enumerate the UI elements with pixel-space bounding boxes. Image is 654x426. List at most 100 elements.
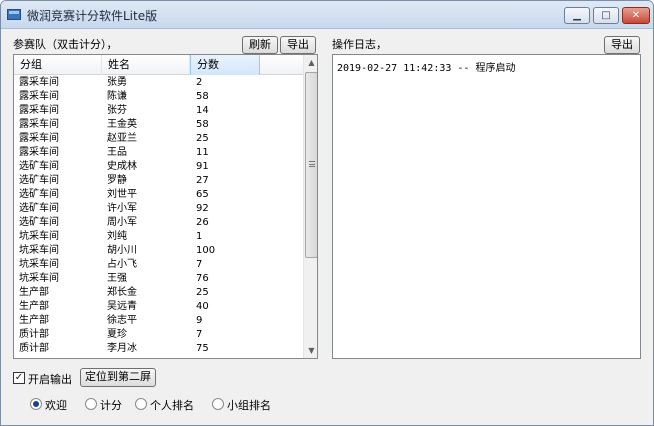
cell-group: 露采车间 <box>19 133 59 144</box>
cell-score: 7 <box>196 259 203 270</box>
cell-score: 75 <box>196 343 209 354</box>
teams-label: 参赛队（双击计分）， <box>13 38 118 51</box>
table-row[interactable]: 选矿车间 刘世平 65 <box>14 188 303 202</box>
cell-score: 25 <box>196 133 209 144</box>
column-header-group[interactable]: 分组 <box>14 55 102 75</box>
window-title: 微润竞赛计分软件Lite版 <box>27 9 158 23</box>
table-row[interactable]: 生产部 徐志平 9 <box>14 314 303 328</box>
teams-list-header: 分组 姓名 分数 <box>14 55 303 75</box>
cell-score: 58 <box>196 119 209 130</box>
cell-group: 选矿车间 <box>19 175 59 186</box>
cell-name: 赵亚兰 <box>107 133 137 144</box>
cell-score: 1 <box>196 231 203 242</box>
cell-score: 14 <box>196 105 209 116</box>
scroll-thumb[interactable] <box>305 72 317 258</box>
log-textbox[interactable]: 2019-02-27 11:42:33 -- 程序启动 <box>332 54 641 359</box>
cell-name: 胡小川 <box>107 245 137 256</box>
scroll-up-icon[interactable]: ▲ <box>304 55 317 70</box>
teams-list-body: 露采车间 张勇 2 露采车间 陈谦 58 露采车间 张芬 14 露采车间 王金英 58 露采车间 赵亚兰 2… <box>14 76 303 356</box>
cell-name: 张芬 <box>107 105 127 116</box>
cell-score: 91 <box>196 161 209 172</box>
cell-name: 王品 <box>107 147 127 158</box>
mode-radio-group-rank[interactable] <box>212 398 224 410</box>
mode-radio-personal-rank[interactable] <box>135 398 147 410</box>
table-row[interactable]: 露采车间 王金英 58 <box>14 118 303 132</box>
table-row[interactable]: 质计部 李月冰 75 <box>14 342 303 356</box>
table-row[interactable]: 坑采车间 胡小川 100 <box>14 244 303 258</box>
cell-group: 坑采车间 <box>19 231 59 242</box>
table-row[interactable]: 坑采车间 刘纯 1 <box>14 230 303 244</box>
table-row[interactable]: 生产部 郑长金 25 <box>14 286 303 300</box>
cell-name: 刘纯 <box>107 231 127 242</box>
cell-group: 选矿车间 <box>19 189 59 200</box>
table-row[interactable]: 坑采车间 王强 76 <box>14 272 303 286</box>
table-row[interactable]: 露采车间 张勇 2 <box>14 76 303 90</box>
app-window: 微润竞赛计分软件Lite版 ▁ □ ✕ 参赛队（双击计分）， 刷新 导出 分组 … <box>0 0 654 426</box>
cell-group: 选矿车间 <box>19 203 59 214</box>
table-row[interactable]: 选矿车间 许小军 92 <box>14 202 303 216</box>
table-row[interactable]: 露采车间 王品 11 <box>14 146 303 160</box>
close-button[interactable]: ✕ <box>622 7 650 24</box>
log-entry: 2019-02-27 11:42:33 -- 程序启动 <box>337 63 516 74</box>
cell-group: 质计部 <box>19 343 49 354</box>
cell-name: 夏珍 <box>107 329 127 340</box>
table-row[interactable]: 生产部 吴远青 40 <box>14 300 303 314</box>
cell-score: 26 <box>196 217 209 228</box>
cell-score: 2 <box>196 77 203 88</box>
teams-list[interactable]: 分组 姓名 分数 露采车间 张勇 2 露采车间 陈谦 58 露采车间 张芬 14 露采车间 王金英 5… <box>13 54 318 359</box>
cell-group: 露采车间 <box>19 91 59 102</box>
cell-group: 露采车间 <box>19 105 59 116</box>
cell-score: 7 <box>196 329 203 340</box>
cell-name: 刘世平 <box>107 189 137 200</box>
enable-output-checkbox[interactable]: ✓ <box>13 372 25 384</box>
app-icon <box>7 9 21 20</box>
refresh-button[interactable]: 刷新 <box>242 36 278 54</box>
title-bar[interactable]: 微润竞赛计分软件Lite版 ▁ □ ✕ <box>1 1 653 29</box>
table-row[interactable]: 露采车间 张芬 14 <box>14 104 303 118</box>
cell-group: 露采车间 <box>19 77 59 88</box>
cell-name: 周小军 <box>107 217 137 228</box>
table-row[interactable]: 选矿车间 史成林 91 <box>14 160 303 174</box>
cell-group: 坑采车间 <box>19 273 59 284</box>
cell-group: 选矿车间 <box>19 217 59 228</box>
scroll-down-icon[interactable]: ▼ <box>304 343 317 358</box>
table-row[interactable]: 露采车间 赵亚兰 25 <box>14 132 303 146</box>
table-row[interactable]: 露采车间 陈谦 58 <box>14 90 303 104</box>
mode-label-score: 计分 <box>100 399 122 412</box>
log-export-button[interactable]: 导出 <box>604 36 640 54</box>
locate-second-screen-button[interactable]: 定位到第二屏 <box>80 368 156 387</box>
teams-list-scrollbar[interactable]: ▲ ▼ <box>303 55 317 358</box>
cell-name: 王强 <box>107 273 127 284</box>
cell-group: 露采车间 <box>19 119 59 130</box>
table-row[interactable]: 选矿车间 周小军 26 <box>14 216 303 230</box>
mode-radio-welcome[interactable] <box>30 398 42 410</box>
maximize-button[interactable]: □ <box>593 7 619 24</box>
cell-group: 坑采车间 <box>19 259 59 270</box>
log-entries: 2019-02-27 11:42:33 -- 程序启动 <box>337 59 636 74</box>
cell-score: 100 <box>196 245 216 256</box>
cell-group: 选矿车间 <box>19 161 59 172</box>
cell-name: 张勇 <box>107 77 127 88</box>
cell-name: 王金英 <box>107 119 137 130</box>
cell-group: 露采车间 <box>19 147 59 158</box>
cell-score: 65 <box>196 189 209 200</box>
cell-group: 质计部 <box>19 329 49 340</box>
cell-score: 58 <box>196 91 209 102</box>
cell-name: 吴远青 <box>107 301 137 312</box>
cell-score: 11 <box>196 147 209 158</box>
cell-name: 史成林 <box>107 161 137 172</box>
cell-name: 徐志平 <box>107 315 137 326</box>
column-header-score[interactable]: 分数 <box>190 55 260 75</box>
cell-score: 27 <box>196 175 209 186</box>
teams-export-button[interactable]: 导出 <box>280 36 316 54</box>
table-row[interactable]: 坑采车间 占小飞 7 <box>14 258 303 272</box>
table-row[interactable]: 选矿车间 罗静 27 <box>14 174 303 188</box>
minimize-button[interactable]: ▁ <box>564 7 590 24</box>
table-row[interactable]: 质计部 夏珍 7 <box>14 328 303 342</box>
cell-score: 92 <box>196 203 209 214</box>
column-header-name[interactable]: 姓名 <box>102 55 190 75</box>
mode-radio-score[interactable] <box>85 398 97 410</box>
cell-score: 9 <box>196 315 203 326</box>
cell-name: 陈谦 <box>107 91 127 102</box>
enable-output-label: 开启输出 <box>28 373 72 386</box>
